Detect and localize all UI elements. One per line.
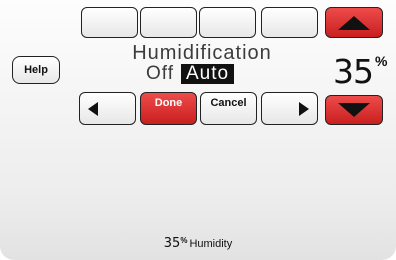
setpoint-unit: % — [375, 53, 388, 69]
help-label: Help — [24, 64, 48, 76]
triangle-down-icon — [338, 103, 370, 117]
current-humidity-label: Humidity — [189, 238, 233, 250]
page-title: Humidification — [132, 42, 272, 64]
setpoint-value: 35 — [333, 52, 374, 91]
triangle-left-icon — [88, 101, 98, 116]
triangle-right-icon — [299, 101, 309, 116]
mode-selector: Off Auto — [146, 63, 235, 85]
top-blank-button-4[interactable] — [261, 7, 318, 38]
cancel-label: Cancel — [210, 97, 247, 109]
triangle-up-icon — [338, 15, 370, 30]
top-blank-button-3[interactable] — [199, 7, 256, 38]
top-blank-button-2[interactable] — [140, 7, 197, 38]
help-button[interactable]: Help — [12, 56, 60, 84]
mode-option-auto[interactable]: Auto — [181, 64, 235, 84]
current-humidity-status: 35 % Humidity — [0, 236, 396, 251]
done-label: Done — [154, 97, 183, 109]
mode-option-off[interactable]: Off — [146, 63, 174, 85]
thermostat-screen: Help Humidification Off Auto 35 % Done C… — [0, 0, 396, 260]
current-humidity-unit: % — [180, 236, 188, 245]
decrease-button[interactable] — [325, 95, 383, 125]
increase-button[interactable] — [325, 7, 383, 38]
current-humidity-value: 35 — [163, 236, 181, 251]
humidity-setpoint: 35 % — [333, 52, 387, 94]
previous-button[interactable] — [79, 92, 136, 125]
done-button[interactable]: Done — [140, 92, 197, 125]
top-blank-button-1[interactable] — [81, 7, 138, 38]
next-button[interactable] — [261, 92, 318, 125]
cancel-button[interactable]: Cancel — [200, 92, 257, 125]
